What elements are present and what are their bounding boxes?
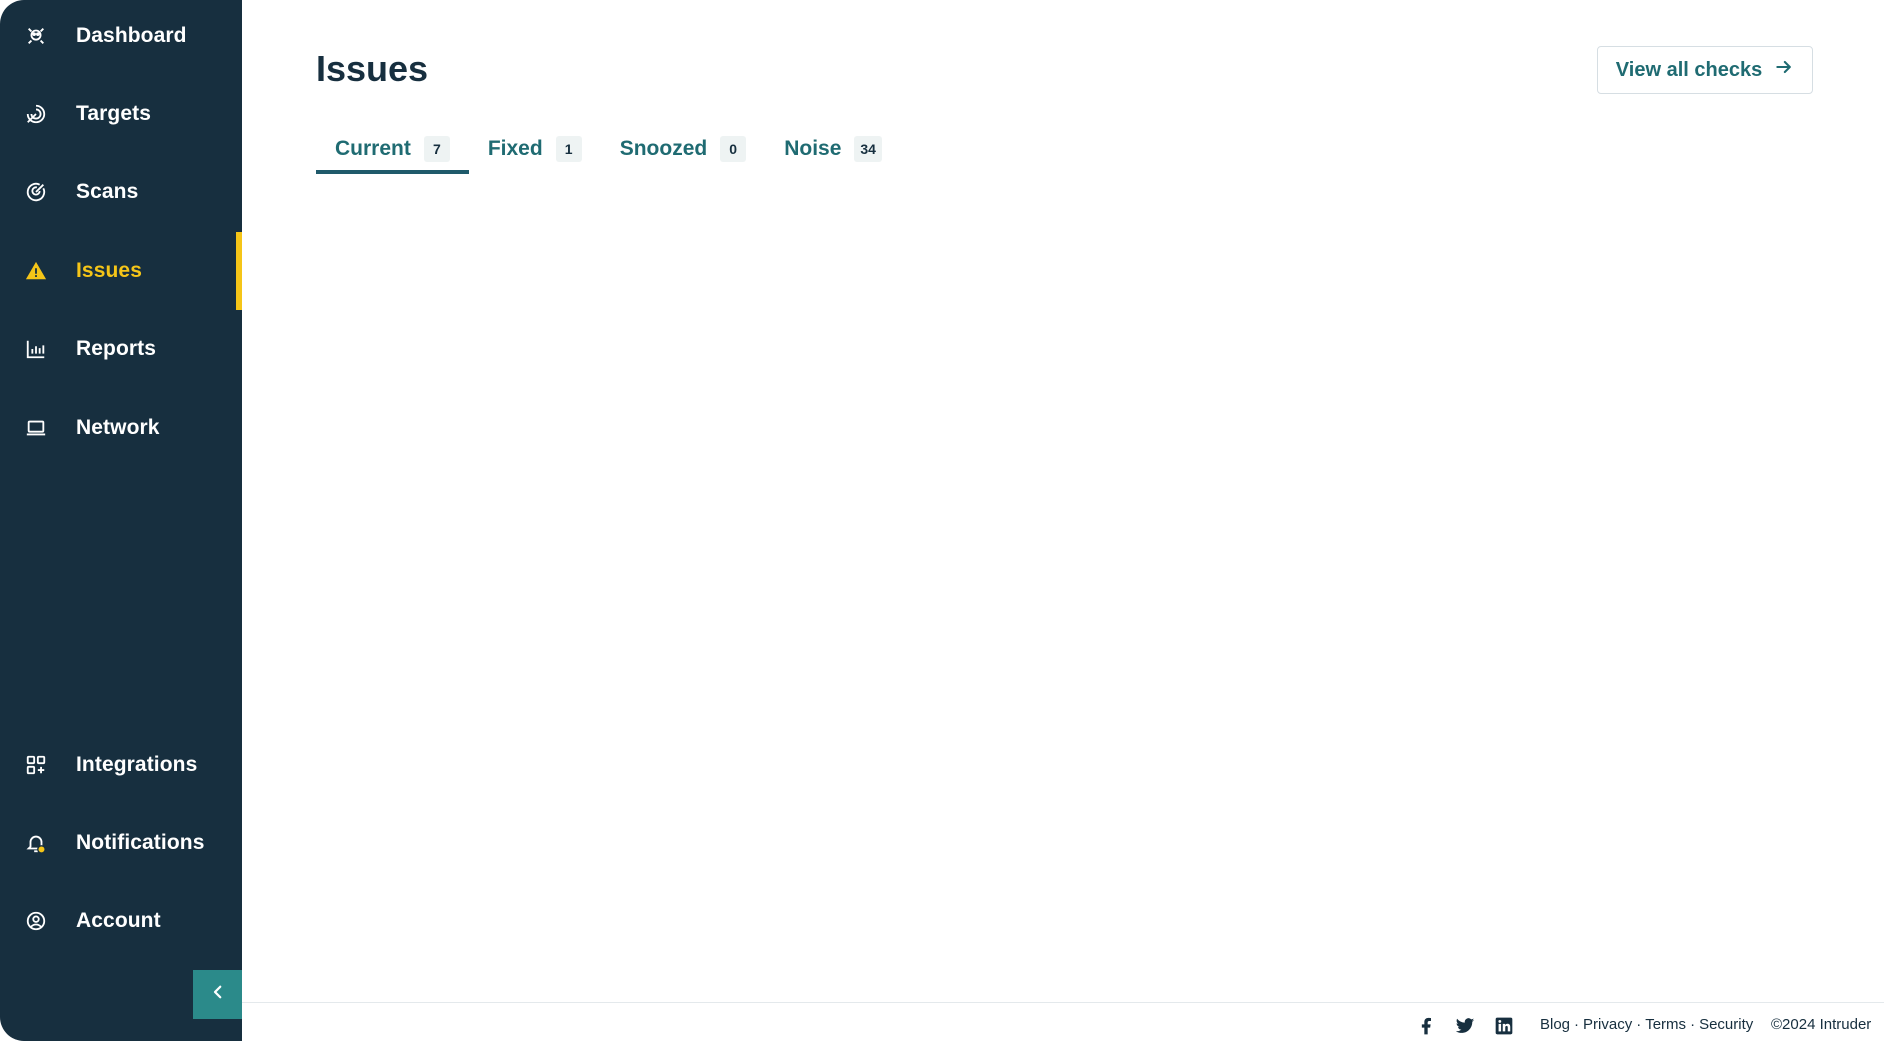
twitter-icon[interactable] xyxy=(1454,1015,1476,1037)
footer-separator: · xyxy=(1690,1016,1696,1033)
targets-icon xyxy=(24,102,48,126)
warning-icon xyxy=(24,259,48,283)
app-window: Dashboard Targets Scans Issues Reports N… xyxy=(0,0,1884,1041)
sidebar-item-network[interactable]: Network xyxy=(0,389,242,467)
tab-label: Fixed xyxy=(487,137,543,160)
sidebar-item-label: Notifications xyxy=(76,831,205,854)
sidebar-item-scans[interactable]: Scans xyxy=(0,153,242,231)
dashboard-icon xyxy=(24,24,48,48)
view-all-checks-button[interactable]: View all checks xyxy=(1597,46,1813,94)
collapse-sidebar-button[interactable] xyxy=(193,970,242,1019)
footer: Blog · Privacy · Terms · Security ©2024 Intrud… xyxy=(242,1002,1884,1041)
facebook-icon[interactable] xyxy=(1415,1015,1437,1037)
user-circle-icon xyxy=(24,909,48,933)
tab-label: Snoozed xyxy=(619,137,708,160)
tab-count-badge: 1 xyxy=(555,136,582,162)
issue-tabs: Current 7 Fixed 1 Snoozed 0 Noise 34 xyxy=(316,126,901,174)
footer-link-security[interactable]: Security xyxy=(1699,1016,1753,1033)
sidebar-item-targets[interactable]: Targets xyxy=(0,75,242,153)
sidebar-item-integrations[interactable]: Integrations xyxy=(0,726,242,804)
footer-link-terms[interactable]: Terms xyxy=(1645,1016,1686,1033)
sidebar-item-label: Scans xyxy=(76,180,139,203)
sidebar-item-label: Network xyxy=(76,416,160,439)
sidebar-item-dashboard[interactable]: Dashboard xyxy=(0,0,242,75)
tab-count-badge: 7 xyxy=(423,136,450,162)
sidebar-item-reports[interactable]: Reports xyxy=(0,310,242,388)
tab-count-badge: 34 xyxy=(854,136,882,162)
laptop-icon xyxy=(24,416,48,440)
main-content: Issues View all checks Current 7 Fixed 1… xyxy=(242,0,1884,1041)
integrations-icon xyxy=(24,753,48,777)
footer-separator: · xyxy=(1574,1016,1580,1033)
sidebar-item-issues[interactable]: Issues xyxy=(0,232,242,310)
sidebar: Dashboard Targets Scans Issues Reports N… xyxy=(0,0,242,1041)
sidebar-item-label: Issues xyxy=(76,259,142,282)
bar-chart-icon xyxy=(24,337,48,361)
footer-separator: · xyxy=(1636,1016,1642,1033)
sidebar-item-label: Reports xyxy=(76,337,157,360)
scans-icon xyxy=(24,180,48,204)
tab-fixed[interactable]: Fixed 1 xyxy=(469,126,601,172)
tab-label: Current xyxy=(335,137,411,160)
tab-label: Noise xyxy=(784,137,842,160)
footer-link-privacy[interactable]: Privacy xyxy=(1583,1016,1632,1033)
footer-link-blog[interactable]: Blog xyxy=(1540,1016,1570,1033)
sidebar-item-account[interactable]: Account xyxy=(0,882,242,960)
page-title: Issues xyxy=(316,48,429,89)
view-all-checks-label: View all checks xyxy=(1615,58,1763,81)
tab-snoozed[interactable]: Snoozed 0 xyxy=(601,126,766,172)
bell-icon xyxy=(24,831,48,855)
sidebar-item-label: Account xyxy=(76,909,161,932)
sidebar-item-label: Targets xyxy=(76,102,151,125)
tab-count-badge: 0 xyxy=(720,136,747,162)
sidebar-item-label: Integrations xyxy=(76,753,198,776)
arrow-right-icon xyxy=(1774,57,1794,83)
sidebar-item-label: Dashboard xyxy=(76,24,187,47)
sidebar-item-notifications[interactable]: Notifications xyxy=(0,804,242,882)
chevron-left-icon xyxy=(209,983,227,1006)
copyright-text: ©2024 Intruder xyxy=(1771,1016,1872,1033)
linkedin-icon[interactable] xyxy=(1493,1015,1515,1037)
footer-links: Blog · Privacy · Terms · Security xyxy=(1540,1016,1753,1033)
tab-current[interactable]: Current 7 xyxy=(316,126,469,174)
tab-noise[interactable]: Noise 34 xyxy=(765,126,901,172)
